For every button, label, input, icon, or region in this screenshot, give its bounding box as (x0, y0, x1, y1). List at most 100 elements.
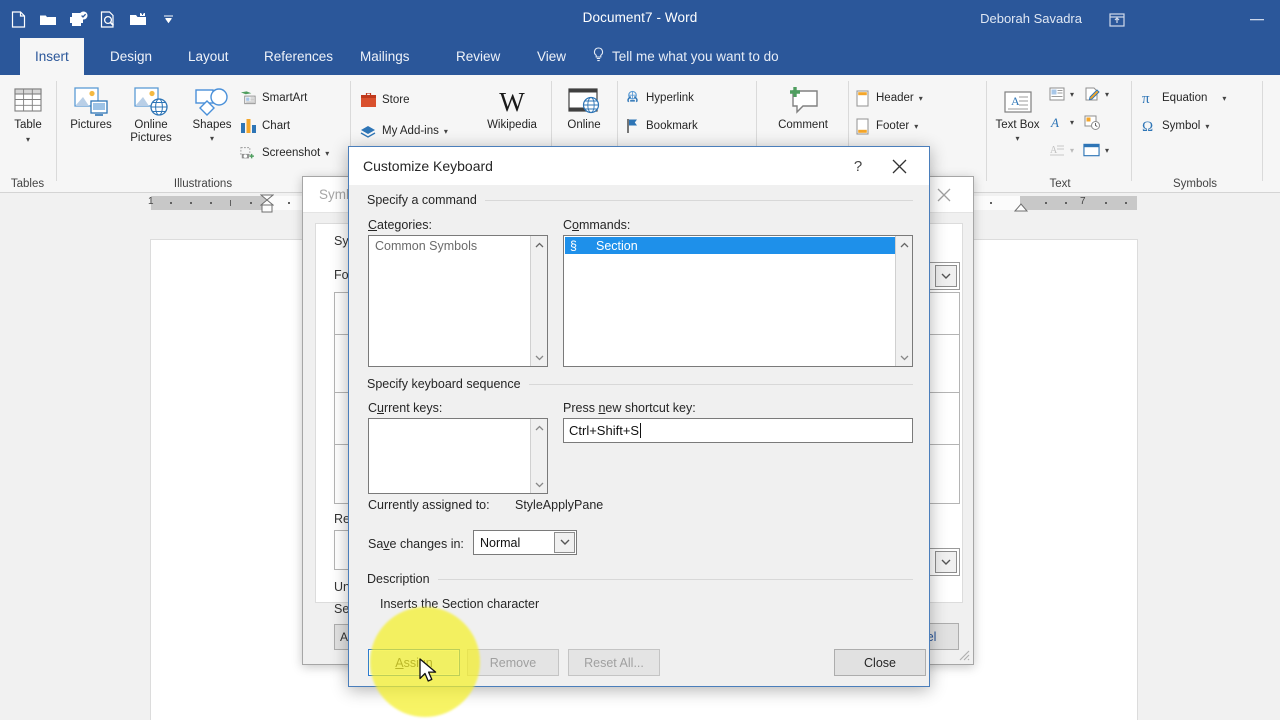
date-time-button[interactable] (1083, 111, 1100, 133)
close-icon[interactable] (925, 182, 963, 208)
commands-scrollbar[interactable] (895, 236, 912, 366)
ruler-margin-right (1020, 196, 1137, 210)
store-button[interactable]: Store (360, 89, 410, 111)
chevron-down-icon[interactable]: ▾ (1015, 134, 1019, 143)
quick-parts-button[interactable]: ▾ (1048, 83, 1074, 105)
online-pictures-icon (120, 83, 182, 119)
svg-text:Ω: Ω (1142, 119, 1153, 134)
remove-button: Remove (467, 649, 559, 676)
chevron-down-icon[interactable] (554, 532, 575, 553)
smartart-label: SmartArt (262, 92, 307, 104)
assign-button[interactable]: Assign (368, 649, 460, 676)
symbol-icon: Ω (1140, 118, 1157, 135)
divider (434, 579, 913, 580)
press-new-shortcut-input[interactable]: Ctrl+Shift+S (563, 418, 913, 443)
tab-review[interactable]: Review (441, 38, 515, 75)
tab-mailings[interactable]: Mailings (345, 38, 425, 75)
chevron-down-icon[interactable]: ▾ (1205, 122, 1209, 131)
svg-text:A: A (1011, 94, 1020, 108)
scroll-down-icon[interactable] (896, 349, 913, 366)
tab-design[interactable]: Design (95, 38, 167, 75)
chart-button[interactable]: Chart (240, 115, 290, 137)
bookmark-icon (624, 118, 641, 135)
customize-keyboard-dialog[interactable]: Customize Keyboard ? Specify a command C… (348, 146, 930, 687)
screenshot-button[interactable]: Screenshot ▾ (240, 142, 329, 164)
chevron-down-icon[interactable]: ▾ (325, 149, 329, 158)
press-new-shortcut-label: Press new shortcut key: (563, 401, 696, 415)
chevron-down-icon[interactable]: ▾ (444, 127, 448, 136)
help-icon[interactable]: ? (845, 153, 871, 179)
chevron-down-icon[interactable] (935, 265, 957, 287)
chevron-down-icon[interactable]: ▾ (1222, 94, 1226, 103)
shapes-label: Shapes (181, 119, 243, 132)
description-text: Inserts the Section character (380, 597, 539, 611)
tab-view[interactable]: View (522, 38, 581, 75)
chevron-down-icon[interactable]: ▾ (919, 94, 923, 103)
scroll-down-icon[interactable] (531, 349, 548, 366)
svg-text:A: A (1050, 115, 1059, 130)
scroll-up-icon[interactable] (531, 419, 548, 436)
object-button[interactable]: ▾ (1083, 139, 1109, 161)
scroll-down-icon[interactable] (531, 476, 548, 493)
scroll-up-icon[interactable] (896, 236, 913, 253)
indent-marker-right[interactable] (1014, 201, 1028, 215)
current-keys-listbox[interactable] (368, 418, 548, 494)
chevron-down-icon[interactable]: ▾ (914, 122, 918, 131)
online-pictures-button[interactable]: Online Pictures (120, 83, 182, 145)
equation-button[interactable]: π Equation ▾ (1140, 87, 1226, 109)
indent-marker-left[interactable] (260, 194, 274, 216)
tab-references[interactable]: References (249, 38, 348, 75)
chevron-down-icon[interactable]: ▾ (1105, 146, 1109, 155)
ribbon-display-options-icon[interactable] (1106, 10, 1128, 30)
tell-me-box[interactable]: Tell me what you want to do (592, 38, 779, 75)
group-separator (1262, 81, 1263, 181)
save-changes-combo[interactable]: Normal (473, 530, 577, 555)
smartart-button[interactable]: SmartArt (240, 87, 307, 109)
chevron-down-icon[interactable]: ▾ (181, 132, 243, 145)
symbol-button[interactable]: Ω Symbol ▾ (1140, 115, 1209, 137)
minimize-icon[interactable] (1234, 8, 1280, 32)
chevron-down-icon[interactable]: ▾ (1105, 90, 1109, 99)
hyperlink-icon (624, 90, 641, 107)
close-button[interactable]: Close (834, 649, 926, 676)
ribbon-tabs: Insert Design Layout References Mailings… (0, 38, 1280, 75)
resize-grip-icon[interactable] (956, 647, 970, 661)
scroll-up-icon[interactable] (531, 236, 548, 253)
wikipedia-button[interactable]: W Wikipedia (475, 83, 549, 132)
header-button[interactable]: Header ▾ (854, 87, 923, 109)
wikipedia-label: Wikipedia (475, 119, 549, 132)
table-button[interactable]: Table ▾ (0, 83, 59, 146)
categories-listbox[interactable]: Common Symbols (368, 235, 548, 367)
my-addins-button[interactable]: My Add-ins ▾ (360, 120, 448, 142)
chevron-down-icon[interactable]: ▾ (1070, 118, 1074, 127)
comment-button[interactable]: Comment (772, 83, 834, 132)
user-account-name[interactable]: Deborah Savadra (980, 11, 1082, 26)
close-icon[interactable] (883, 153, 915, 179)
chevron-down-icon[interactable] (935, 551, 957, 573)
commands-item-selected[interactable]: § Section (565, 237, 896, 254)
tab-insert[interactable]: Insert (20, 38, 84, 75)
group-separator (986, 81, 987, 181)
hyperlink-button[interactable]: Hyperlink (624, 87, 694, 109)
command-label: Section (596, 239, 638, 253)
footer-button[interactable]: Footer ▾ (854, 115, 918, 137)
current-keys-scrollbar[interactable] (530, 419, 547, 493)
signature-line-button[interactable]: ▾ (1083, 83, 1109, 105)
footer-label: Footer (876, 120, 909, 132)
screenshot-icon (240, 145, 257, 162)
wordart-button[interactable]: A ▾ (1048, 111, 1074, 133)
chevron-down-icon[interactable]: ▾ (1070, 90, 1074, 99)
bookmark-button[interactable]: Bookmark (624, 115, 698, 137)
store-icon (360, 92, 377, 109)
categories-item[interactable]: Common Symbols (370, 237, 530, 254)
commands-listbox[interactable]: § Section (563, 235, 913, 367)
categories-scrollbar[interactable] (530, 236, 547, 366)
commands-label: Commands: (563, 218, 630, 232)
online-pictures-label: Online Pictures (120, 119, 182, 145)
shapes-button[interactable]: Shapes ▾ (181, 83, 243, 145)
chevron-down-icon[interactable]: ▾ (0, 133, 59, 146)
pictures-button[interactable]: Pictures (60, 83, 122, 132)
tab-layout[interactable]: Layout (173, 38, 244, 75)
text-box-button[interactable]: A Text Box ▾ (990, 83, 1045, 145)
online-video-button[interactable]: Online (553, 83, 615, 132)
